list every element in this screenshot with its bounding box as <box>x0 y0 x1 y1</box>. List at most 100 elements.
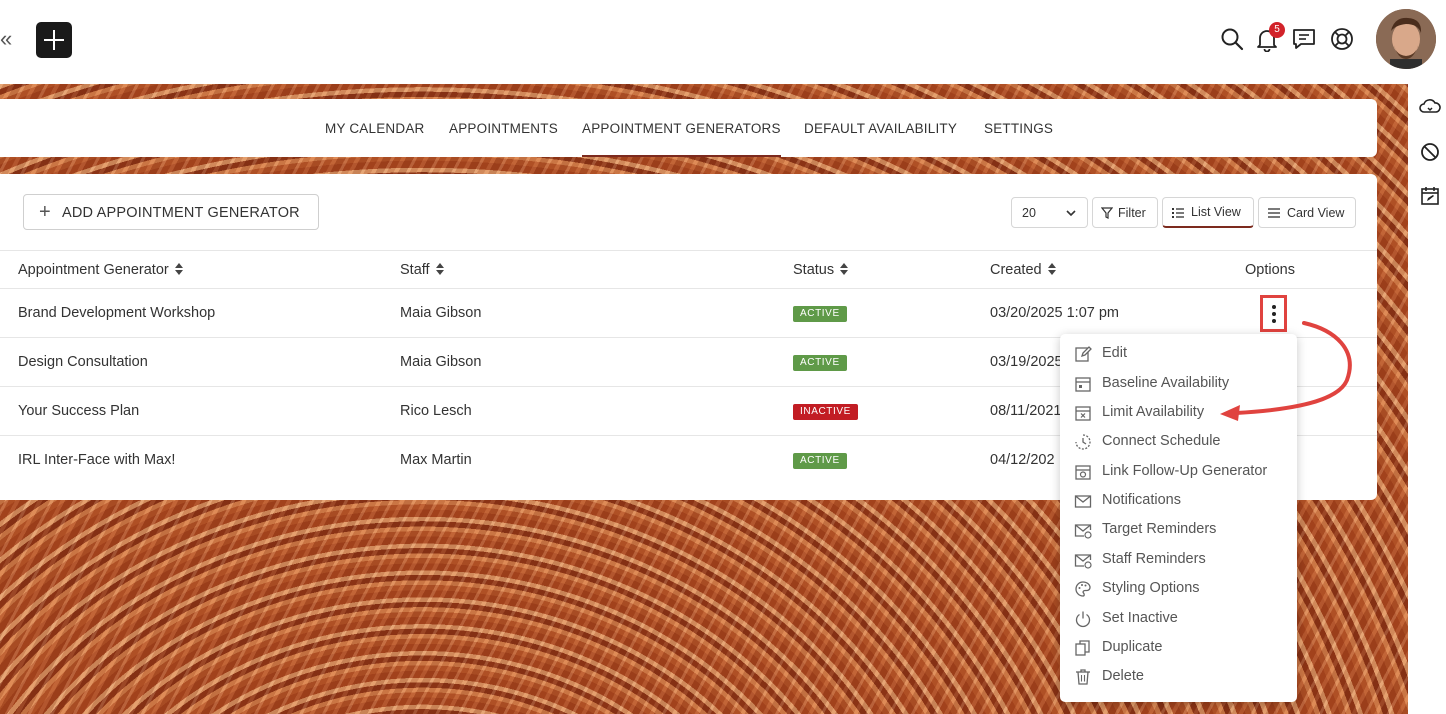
connect-icon <box>1075 434 1091 450</box>
tab-appointment-generators[interactable]: APPOINTMENT GENERATORS <box>582 99 781 157</box>
menu-item-label: Connect Schedule <box>1102 433 1221 449</box>
column-label: Created <box>990 262 1042 278</box>
block-icon[interactable] <box>1419 141 1441 163</box>
column-label: Staff <box>400 262 430 278</box>
column-header-status[interactable]: Status <box>793 262 849 278</box>
chevron-down-icon <box>1066 210 1076 217</box>
menu-item-link-follow-up-generator[interactable]: Link Follow-Up Generator <box>1060 458 1297 486</box>
menu-item-duplicate[interactable]: Duplicate <box>1060 634 1297 662</box>
generator-name[interactable]: Your Success Plan <box>18 403 139 419</box>
notification-badge: 5 <box>1269 22 1285 38</box>
menu-item-label: Target Reminders <box>1102 521 1217 537</box>
generator-name[interactable]: Brand Development Workshop <box>18 305 215 321</box>
cloud-sync-icon[interactable] <box>1419 96 1441 118</box>
staff-name: Maia Gibson <box>400 354 482 370</box>
calendar-edit-icon[interactable] <box>1419 185 1441 207</box>
right-rail <box>1408 84 1446 714</box>
sort-icon[interactable] <box>1047 263 1056 275</box>
menu-item-label: Edit <box>1102 345 1127 361</box>
search-icon[interactable] <box>1219 26 1245 52</box>
list-view-button[interactable]: List View <box>1162 197 1254 228</box>
tab-settings[interactable]: SETTINGS <box>984 99 1053 157</box>
lifebuoy-icon[interactable] <box>1329 26 1355 52</box>
status-badge: ACTIVE <box>793 355 847 371</box>
staff-name: Maia Gibson <box>400 305 482 321</box>
created-date: 04/12/202 <box>990 452 1055 468</box>
envelope-icon <box>1074 495 1092 508</box>
created-date: 08/11/2021 <box>990 403 1062 419</box>
envelope-clock-icon <box>1074 524 1092 539</box>
power-icon <box>1075 611 1091 628</box>
menu-item-notifications[interactable]: Notifications <box>1060 487 1297 515</box>
menu-item-limit-availability[interactable]: Limit Availability <box>1060 399 1297 427</box>
card-view-label: Card View <box>1287 206 1345 220</box>
tab-my-calendar[interactable]: MY CALENDAR <box>325 99 424 157</box>
edit-icon <box>1075 346 1092 362</box>
menu-item-connect-schedule[interactable]: Connect Schedule <box>1060 428 1297 456</box>
table-header: Appointment Generator Staff Status Creat… <box>0 250 1377 289</box>
palette-icon <box>1075 581 1091 597</box>
generator-name[interactable]: IRL Inter-Face with Max! <box>18 452 175 468</box>
calendar-icon <box>1075 377 1091 392</box>
menu-item-delete[interactable]: Delete <box>1060 663 1297 691</box>
created-date: 03/19/2025 <box>990 354 1063 370</box>
tab-bar: MY CALENDAR APPOINTMENTS APPOINTMENT GEN… <box>0 99 1377 157</box>
status-badge: ACTIVE <box>793 453 847 469</box>
column-header-created[interactable]: Created <box>990 262 1056 278</box>
sort-icon[interactable] <box>435 263 444 275</box>
menu-item-label: Baseline Availability <box>1102 375 1230 391</box>
tab-appointments[interactable]: APPOINTMENTS <box>449 99 558 157</box>
menu-item-set-inactive[interactable]: Set Inactive <box>1060 605 1297 633</box>
avatar[interactable] <box>1376 9 1436 69</box>
menu-item-label: Limit Availability <box>1102 404 1205 420</box>
column-label: Status <box>793 262 835 278</box>
menu-item-styling-options[interactable]: Styling Options <box>1060 575 1297 603</box>
menu-item-staff-reminders[interactable]: Staff Reminders <box>1060 546 1297 574</box>
row-options-button[interactable] <box>1260 295 1287 332</box>
filter-button[interactable]: Filter <box>1092 197 1158 228</box>
page-size-select[interactable]: 20 <box>1011 197 1088 228</box>
card-view-icon <box>1268 208 1280 218</box>
list-view-label: List View <box>1191 205 1241 219</box>
created-date: 03/20/2025 1:07 pm <box>990 305 1119 321</box>
menu-item-edit[interactable]: Edit <box>1060 340 1297 368</box>
menu-item-target-reminders[interactable]: Target Reminders <box>1060 516 1297 544</box>
envelope-clock-icon <box>1074 554 1092 569</box>
plus-icon[interactable] <box>36 22 72 58</box>
page-size-value: 20 <box>1022 206 1036 220</box>
collapse-icon[interactable]: « <box>0 26 16 52</box>
plus-icon: + <box>39 201 51 223</box>
list-icon <box>1172 208 1184 218</box>
duplicate-icon <box>1075 640 1090 656</box>
menu-item-baseline-availability[interactable]: Baseline Availability <box>1060 370 1297 398</box>
sort-icon[interactable] <box>840 263 849 275</box>
filter-icon <box>1101 207 1113 219</box>
tab-default-availability[interactable]: DEFAULT AVAILABILITY <box>804 99 957 157</box>
staff-name: Rico Lesch <box>400 403 472 419</box>
menu-item-label: Styling Options <box>1102 580 1200 596</box>
filter-label: Filter <box>1118 206 1146 220</box>
status-badge: ACTIVE <box>793 306 847 322</box>
generator-name[interactable]: Design Consultation <box>18 354 148 370</box>
table-row[interactable]: Brand Development Workshop Maia Gibson A… <box>0 289 1377 338</box>
options-menu: Edit Baseline Availability Limit Availab… <box>1060 334 1297 702</box>
column-header-options: Options <box>1245 262 1295 278</box>
add-button-label: ADD APPOINTMENT GENERATOR <box>62 205 300 221</box>
menu-item-label: Set Inactive <box>1102 610 1178 626</box>
menu-item-label: Duplicate <box>1102 639 1163 655</box>
column-header-staff[interactable]: Staff <box>400 262 444 278</box>
column-label: Appointment Generator <box>18 262 169 278</box>
add-appointment-generator-button[interactable]: + ADD APPOINTMENT GENERATOR <box>23 194 319 230</box>
staff-name: Max Martin <box>400 452 472 468</box>
card-view-button[interactable]: Card View <box>1258 197 1356 228</box>
column-header-generator[interactable]: Appointment Generator <box>18 262 183 278</box>
menu-item-label: Notifications <box>1102 492 1181 508</box>
menu-item-label: Staff Reminders <box>1102 551 1206 567</box>
menu-item-label: Delete <box>1102 668 1144 684</box>
calendar-x-icon <box>1075 406 1091 421</box>
sort-icon[interactable] <box>174 263 183 275</box>
trash-icon <box>1076 669 1090 685</box>
calendar-link-icon <box>1075 465 1091 480</box>
status-badge: INACTIVE <box>793 404 858 420</box>
chat-icon[interactable] <box>1291 26 1317 52</box>
